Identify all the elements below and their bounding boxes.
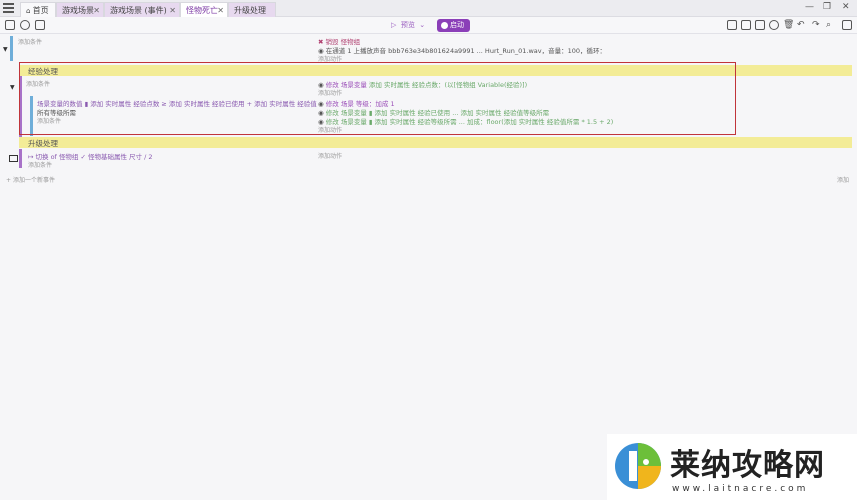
event-bar bbox=[10, 36, 13, 61]
highlight-box bbox=[19, 62, 736, 135]
add-action-link[interactable]: 添加动作 bbox=[318, 151, 342, 160]
tab-game-scene-events[interactable]: 游戏场景 (事件) ✕ bbox=[104, 2, 180, 17]
run-button[interactable]: 启动 bbox=[437, 19, 470, 32]
tab-level-up[interactable]: 升级处理 bbox=[228, 2, 276, 17]
delete-icon[interactable]: 🗑 bbox=[783, 20, 794, 30]
globe-icon bbox=[441, 22, 448, 29]
restore-icon[interactable]: ❐ bbox=[823, 2, 831, 12]
undo-icon[interactable]: ↶ bbox=[797, 20, 805, 30]
add-comment-icon[interactable] bbox=[755, 20, 765, 30]
tab-home[interactable]: ⌂ 首页 bbox=[20, 2, 56, 17]
add-link[interactable]: 添加 bbox=[837, 175, 849, 184]
collapse-arrow-icon[interactable]: ▼ bbox=[3, 46, 8, 53]
objects-icon[interactable] bbox=[35, 20, 45, 30]
toggle-icon[interactable] bbox=[9, 155, 18, 162]
home-icon: ⌂ bbox=[26, 7, 33, 15]
add-condition-link[interactable]: 添加条件 bbox=[18, 37, 42, 46]
close-window-icon[interactable]: ✕ bbox=[842, 2, 850, 12]
group-header[interactable] bbox=[19, 137, 852, 148]
tab-game-scene[interactable]: 游戏场景 ✕ bbox=[56, 2, 104, 17]
close-icon[interactable]: ✕ bbox=[169, 3, 176, 18]
redo-icon[interactable]: ↷ bbox=[812, 20, 820, 30]
action-play-sound[interactable]: ◉ 在通道 1 上播放声音 bbb763e34b801624a9991 ... … bbox=[318, 45, 606, 55]
collapse-arrow-icon[interactable]: ▼ bbox=[10, 84, 15, 91]
watermark-url: www.laitnacre.com bbox=[672, 484, 809, 494]
event-bar bbox=[19, 149, 22, 168]
close-icon[interactable]: ✕ bbox=[217, 3, 224, 18]
group-title: 升级处理 bbox=[28, 139, 58, 148]
minimize-icon[interactable]: — bbox=[805, 2, 814, 12]
project-manager-icon[interactable] bbox=[5, 20, 15, 30]
settings-icon[interactable] bbox=[842, 20, 852, 30]
add-new-event-link[interactable]: + 添加一个新事件 bbox=[6, 175, 55, 184]
tab-bar: ⌂ 首页 游戏场景 ✕ 游戏场景 (事件) ✕ 怪物死亡 ✕ 升级处理 — ❐ ✕ bbox=[0, 0, 857, 17]
add-subevent-icon[interactable] bbox=[741, 20, 751, 30]
watermark-logo-icon bbox=[615, 443, 661, 489]
add-condition-link[interactable]: 添加条件 bbox=[28, 160, 52, 169]
history-icon[interactable] bbox=[20, 20, 30, 30]
add-event-icon[interactable] bbox=[727, 20, 737, 30]
close-icon[interactable]: ✕ bbox=[93, 3, 100, 18]
add-group-icon[interactable] bbox=[769, 20, 779, 30]
watermark-title: 莱纳攻略网 bbox=[670, 448, 825, 483]
tab-monster-death[interactable]: 怪物死亡 ✕ bbox=[180, 2, 228, 17]
hamburger-menu-icon[interactable] bbox=[3, 3, 14, 13]
search-icon[interactable]: ⌕ bbox=[826, 20, 831, 30]
preview-button[interactable]: ▷ 预览 ⌄ bbox=[391, 20, 425, 31]
toolbar: ▷ 预览 ⌄ 启动 🗑 ↶ ↷ ⌕ bbox=[0, 17, 857, 34]
